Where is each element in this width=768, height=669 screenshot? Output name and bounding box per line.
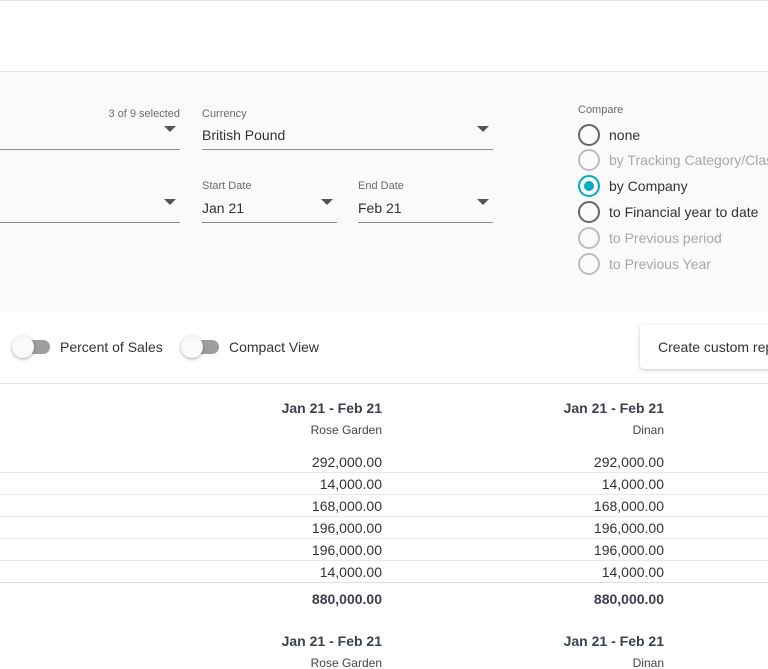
table-cell: 14,000.00: [319, 564, 382, 580]
table-cell: 168,000.00: [593, 498, 664, 514]
start-date-value: Jan 21: [202, 200, 245, 216]
compare-option-label: to Previous period: [609, 230, 722, 246]
currency-select[interactable]: Currency British Pound: [202, 108, 493, 150]
table-row: 168,000.00 168,000.00: [0, 495, 768, 517]
table-cell: 168,000.00: [311, 498, 382, 514]
currency-label: Currency: [202, 108, 247, 120]
chevron-down-icon: [477, 126, 489, 132]
table-row: 14,000.00 14,000.00: [0, 473, 768, 495]
table-cell: 292,000.00: [593, 454, 664, 470]
create-custom-report-button[interactable]: Create custom report: [640, 325, 768, 369]
table-row: 196,000.00 196,000.00: [0, 539, 768, 561]
column-period: Jan 21 - Feb 21: [563, 400, 664, 416]
table-row: 14,000.00 14,000.00: [0, 561, 768, 583]
compare-option-previous-period: to Previous period: [578, 226, 722, 250]
column-period: Jan 21 - Feb 21: [563, 633, 664, 649]
compare-option-label: by Company: [609, 178, 688, 194]
percent-of-sales-toggle[interactable]: [12, 336, 52, 358]
radio-checked-icon[interactable]: [578, 175, 600, 197]
percent-of-sales-toggle-row[interactable]: Percent of Sales: [12, 336, 163, 358]
total-cell: 880,000.00: [311, 591, 382, 607]
column-company: Rose Garden: [310, 656, 382, 669]
companies-selected-count: 3 of 9 selected: [108, 108, 180, 120]
column-period: Jan 21 - Feb 21: [281, 633, 382, 649]
data-table: 292,000.00 292,000.00 14,000.00 14,000.0…: [0, 451, 768, 583]
compare-option-none[interactable]: none: [578, 123, 640, 147]
end-date-value: Feb 21: [358, 200, 402, 216]
column-header-rose-garden: Jan 21 - Feb 21 Rose Garden: [182, 400, 382, 437]
compare-option-by-company[interactable]: by Company: [578, 174, 688, 198]
radio-icon: [578, 149, 600, 171]
period-select[interactable]: [0, 180, 180, 223]
compact-view-label: Compact View: [229, 339, 320, 355]
table-cell: 14,000.00: [601, 476, 664, 492]
compare-label: Compare: [578, 104, 624, 116]
table-cell: 14,000.00: [601, 564, 664, 580]
end-date-label: End Date: [358, 180, 404, 192]
radio-icon: [578, 227, 600, 249]
table-cell: 196,000.00: [593, 542, 664, 558]
table-cell: 196,000.00: [311, 542, 382, 558]
column-company: Dinan: [632, 656, 664, 669]
table-cell: 292,000.00: [311, 454, 382, 470]
currency-value: British Pound: [202, 127, 286, 143]
compact-view-toggle-row[interactable]: Compact View: [181, 336, 319, 358]
company-select[interactable]: 3 of 9 selected: [0, 108, 180, 150]
compare-option-tracking-category: by Tracking Category/Class: [578, 148, 768, 172]
percent-of-sales-label: Percent of Sales: [60, 339, 163, 355]
radio-icon: [578, 253, 600, 275]
table-row: 196,000.00 196,000.00: [0, 517, 768, 539]
chevron-down-icon: [164, 199, 176, 205]
chevron-down-icon: [321, 199, 333, 205]
total-row: 880,000.00 880,000.00: [0, 589, 768, 609]
start-date-label: Start Date: [202, 180, 252, 192]
total-cell: 880,000.00: [593, 591, 664, 607]
divider: [0, 383, 768, 384]
column-header-dinan: Jan 21 - Feb 21 Dinan: [464, 400, 664, 437]
compare-option-label: to Previous Year: [609, 256, 711, 272]
compare-option-previous-year: to Previous Year: [578, 252, 711, 276]
column-header-rose-garden-2: Jan 21 - Feb 21 Rose Garden: [182, 633, 382, 669]
compare-option-label: by Tracking Category/Class: [609, 152, 768, 168]
column-header-dinan-2: Jan 21 - Feb 21 Dinan: [464, 633, 664, 669]
top-bar: [0, 0, 768, 72]
compare-option-label: to Financial year to date: [609, 204, 759, 220]
table-row: 292,000.00 292,000.00: [0, 451, 768, 473]
table-cell: 196,000.00: [311, 520, 382, 536]
column-company: Dinan: [632, 423, 664, 437]
chevron-down-icon: [477, 199, 489, 205]
column-period: Jan 21 - Feb 21: [281, 400, 382, 416]
chevron-down-icon: [164, 126, 176, 132]
table-cell: 196,000.00: [593, 520, 664, 536]
radio-icon[interactable]: [578, 124, 600, 146]
compare-option-financial-ytd[interactable]: to Financial year to date: [578, 200, 758, 224]
table-cell: 14,000.00: [319, 476, 382, 492]
compare-option-label: none: [609, 127, 641, 143]
radio-icon[interactable]: [578, 201, 600, 223]
compact-view-toggle[interactable]: [181, 336, 221, 358]
end-date-select[interactable]: End Date Feb 21: [358, 180, 493, 223]
column-company: Rose Garden: [310, 423, 382, 437]
start-date-select[interactable]: Start Date Jan 21: [202, 180, 337, 223]
